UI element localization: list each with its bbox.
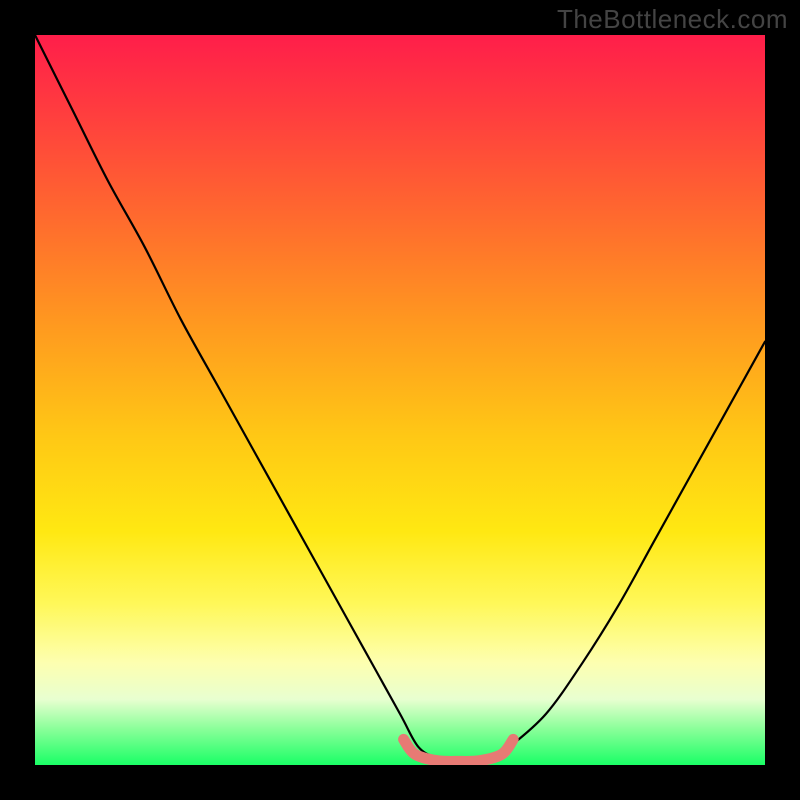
plot-area: [35, 35, 765, 765]
bottom-highlight: [404, 739, 514, 761]
bottleneck-curve: [35, 35, 765, 762]
chart-frame: TheBottleneck.com: [0, 0, 800, 800]
watermark-text: TheBottleneck.com: [557, 4, 788, 35]
curve-svg: [35, 35, 765, 765]
